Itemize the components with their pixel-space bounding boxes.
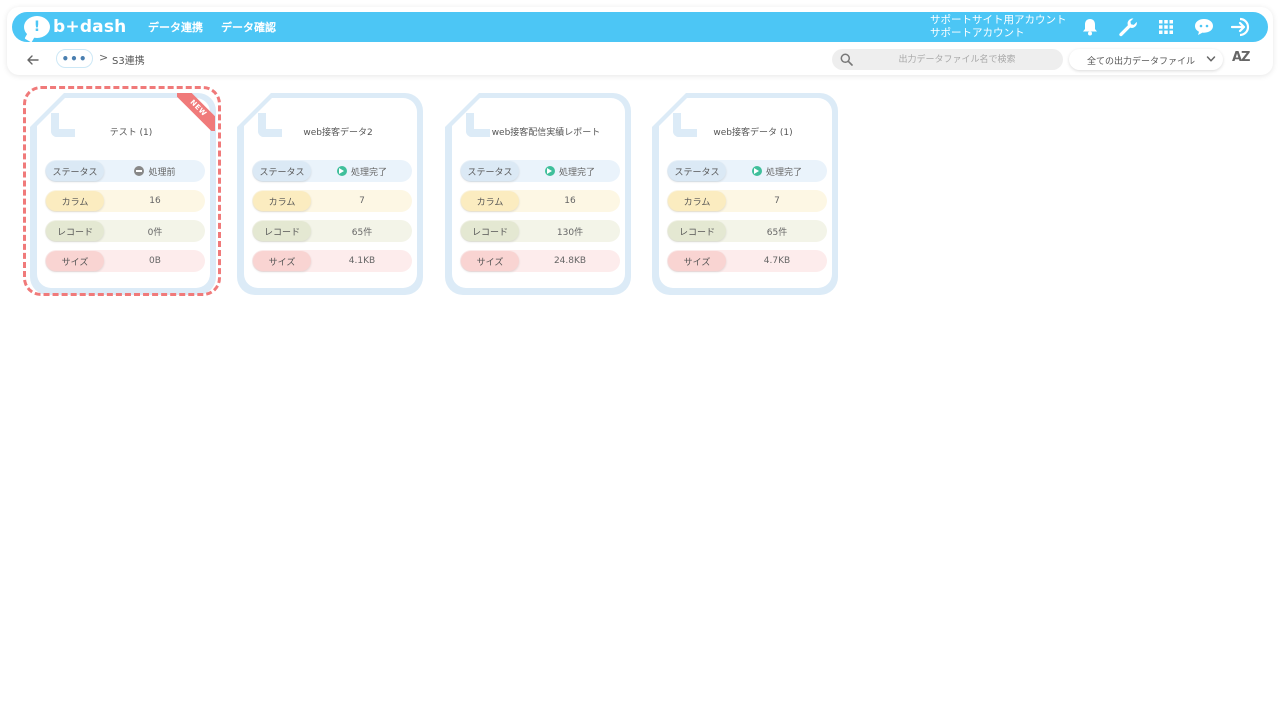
columns-value: 16	[149, 196, 161, 206]
main-nav: データ連携 データ確認	[148, 12, 276, 42]
status-text: 処理前	[148, 167, 176, 178]
chevron-down-icon	[1206, 56, 1216, 62]
breadcrumb-current: S3連携	[112, 56, 145, 67]
records-value: 65件	[766, 227, 788, 238]
status-row: ステータス 処理完了	[460, 160, 620, 182]
records-row: レコード 130件	[460, 220, 620, 242]
nav-item-data-check[interactable]: データ確認	[221, 19, 276, 35]
logo-bubble-icon: !	[24, 16, 50, 38]
columns-value: 16	[564, 196, 576, 206]
app-logo[interactable]: ! b+dash	[24, 14, 126, 40]
ai-chat-icon[interactable]	[1192, 15, 1216, 39]
columns-value: 7	[359, 196, 365, 206]
status-label: ステータス	[461, 161, 519, 181]
breadcrumb-more-button[interactable]: •••	[56, 49, 93, 68]
records-value: 65件	[351, 227, 373, 238]
back-arrow-icon[interactable]	[24, 51, 42, 69]
status-value: 処理完了	[312, 161, 412, 181]
records-label: レコード	[253, 221, 311, 241]
columns-label: カラム	[253, 191, 311, 211]
size-label: サイズ	[461, 251, 519, 271]
card-title: web接客データ (1)	[713, 128, 793, 138]
search-input[interactable]	[862, 51, 1052, 68]
account-user-name: サポートアカウント	[930, 27, 1025, 39]
card-title: テスト (1)	[109, 128, 153, 138]
bell-icon[interactable]	[1078, 15, 1102, 39]
status-label: ステータス	[668, 161, 726, 181]
records-value: 0件	[147, 227, 163, 238]
toolbar: ••• > S3連携 全ての出力データファイル AZ	[12, 46, 1268, 74]
columns-label: カラム	[668, 191, 726, 211]
wrench-icon[interactable]	[1116, 15, 1140, 39]
card-title: web接客配信実績レポート	[491, 128, 601, 138]
sort-az-button[interactable]: AZ	[1232, 50, 1250, 65]
play-icon	[544, 166, 555, 176]
size-row: サイズ 24.8KB	[460, 250, 620, 272]
file-filter-value: 全ての出力データファイル	[1087, 57, 1196, 67]
columns-row: カラム 16	[460, 190, 620, 212]
status-value: 処理完了	[520, 161, 620, 181]
logout-icon[interactable]	[1230, 15, 1254, 39]
columns-label: カラム	[461, 191, 519, 211]
file-card[interactable]: web接客データ (1) ステータス 処理完了 カラム 7 レコード 65件 サ…	[648, 89, 840, 295]
status-text: 処理完了	[558, 167, 595, 178]
columns-row: カラム 7	[667, 190, 827, 212]
status-label: ステータス	[253, 161, 311, 181]
records-value: 130件	[556, 227, 584, 238]
file-card[interactable]: web接客配信実績レポート ステータス 処理完了 カラム 16 レコード 130…	[441, 89, 633, 295]
top-navigation-bar: ! b+dash データ連携 データ確認 サポートサイト用アカウント サポートア…	[12, 12, 1268, 42]
records-row: レコード 0件	[45, 220, 205, 242]
pending-icon	[134, 166, 145, 176]
status-label: ステータス	[46, 161, 104, 181]
columns-row: カラム 7	[252, 190, 412, 212]
size-value: 24.8KB	[553, 256, 587, 266]
account-info[interactable]: サポートサイト用アカウント サポートアカウント	[930, 14, 1067, 40]
size-value: 4.7KB	[763, 256, 791, 266]
records-label: レコード	[668, 221, 726, 241]
columns-row: カラム 16	[45, 190, 205, 212]
search-box	[832, 49, 1063, 70]
account-site-name: サポートサイト用アカウント	[930, 14, 1067, 26]
status-text: 処理完了	[350, 167, 387, 178]
status-text: 処理完了	[765, 167, 802, 178]
size-label: サイズ	[668, 251, 726, 271]
nav-item-data-integration[interactable]: データ連携	[148, 19, 203, 35]
columns-value: 7	[774, 196, 780, 206]
breadcrumb-separator: >	[99, 51, 109, 64]
records-row: レコード 65件	[252, 220, 412, 242]
play-icon	[751, 166, 762, 176]
columns-label: カラム	[46, 191, 104, 211]
status-row: ステータス 処理前	[45, 160, 205, 182]
status-value: 処理完了	[727, 161, 827, 181]
size-row: サイズ 4.1KB	[252, 250, 412, 272]
file-card[interactable]: NEW テスト (1) ステータス 処理前 カラム 16 レコード 0件 サイズ…	[26, 89, 218, 295]
play-icon	[336, 166, 347, 176]
size-label: サイズ	[253, 251, 311, 271]
status-value: 処理前	[105, 161, 205, 181]
size-row: サイズ 4.7KB	[667, 250, 827, 272]
status-row: ステータス 処理完了	[252, 160, 412, 182]
records-label: レコード	[461, 221, 519, 241]
size-value: 0B	[149, 256, 161, 266]
logo-text: b+dash	[53, 17, 127, 37]
size-row: サイズ 0B	[45, 250, 205, 272]
size-label: サイズ	[46, 251, 104, 271]
records-label: レコード	[46, 221, 104, 241]
apps-grid-icon[interactable]	[1154, 15, 1178, 39]
top-icon-group	[1078, 12, 1268, 42]
search-icon	[840, 53, 853, 66]
status-row: ステータス 処理完了	[667, 160, 827, 182]
size-value: 4.1KB	[348, 256, 376, 266]
card-title: web接客データ2	[303, 128, 373, 138]
file-card[interactable]: web接客データ2 ステータス 処理完了 カラム 7 レコード 65件 サイズ …	[233, 89, 425, 295]
file-filter-select[interactable]: 全ての出力データファイル	[1069, 49, 1223, 70]
records-row: レコード 65件	[667, 220, 827, 242]
